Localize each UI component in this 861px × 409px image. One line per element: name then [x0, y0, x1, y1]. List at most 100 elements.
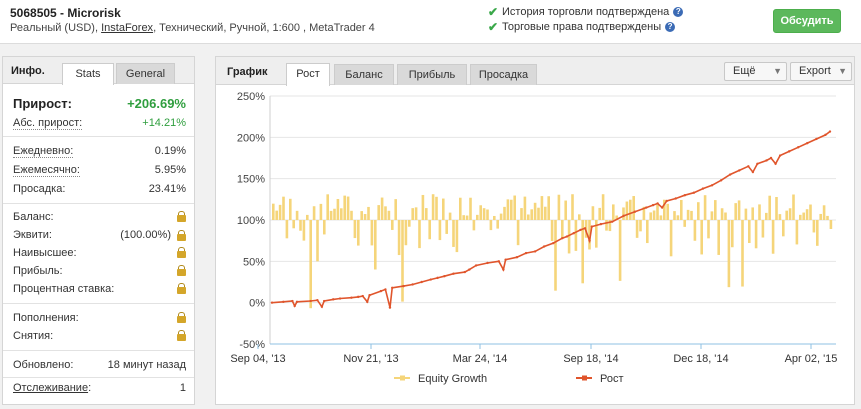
- broker-link[interactable]: InstaForex: [101, 22, 153, 34]
- equity-bar: [299, 220, 302, 231]
- equity-bar: [768, 195, 771, 220]
- equity-bar: [510, 199, 513, 220]
- tab-general[interactable]: General: [116, 63, 175, 84]
- export-dropdown-label: Export: [799, 65, 831, 77]
- daily-label[interactable]: Ежедневно:: [13, 145, 74, 158]
- divider: [3, 377, 194, 378]
- equity-bar: [295, 210, 299, 220]
- equity-bar: [734, 203, 737, 220]
- equity-bar: [666, 203, 669, 220]
- growth-value: +206.69%: [127, 96, 186, 111]
- equity-row: Эквити: (100.00%): [13, 229, 186, 241]
- growth-point: [379, 289, 383, 293]
- tab-balance[interactable]: Баланс: [334, 64, 394, 85]
- equity-bar: [788, 208, 792, 220]
- growth-point: [429, 278, 432, 281]
- equity-bar: [350, 210, 353, 220]
- tracking-colon: :: [88, 382, 92, 394]
- growth-point: [474, 264, 478, 267]
- drawdown-label: Просадка:: [13, 183, 66, 195]
- chart-title: График: [227, 66, 268, 78]
- help-icon[interactable]: ?: [665, 22, 676, 32]
- divider: [3, 303, 194, 304]
- equity-bar: [455, 220, 459, 253]
- equity-bar: [731, 220, 734, 248]
- more-dropdown-label: Ещё: [733, 65, 756, 77]
- growth-chart[interactable]: 250% 200% 150% 100% 50% 0% -50% Sep 04, '13 Nov…: [216, 86, 854, 404]
- equity-bar: [486, 209, 489, 220]
- equity-bar: [462, 215, 465, 220]
- growth-point: [645, 206, 648, 209]
- equity-bar: [744, 208, 748, 220]
- equity-bar: [618, 220, 622, 281]
- equity-bar: [547, 196, 550, 220]
- growth-point: [338, 297, 342, 300]
- growth-point: [436, 276, 439, 280]
- equity-bar: [353, 220, 357, 239]
- growth-point: [738, 169, 741, 172]
- x-tick-label: Sep 18, '14: [563, 353, 618, 365]
- more-dropdown[interactable]: Ещё ▼: [724, 62, 787, 81]
- growth-point: [402, 284, 405, 288]
- equity-bar: [312, 206, 316, 220]
- lock-icon: [177, 229, 186, 241]
- growth-point: [778, 154, 782, 157]
- help-icon[interactable]: ?: [673, 7, 684, 17]
- monthly-value: 5.95%: [154, 164, 186, 176]
- verify-history: ✔ История торговли подтверждена ?: [488, 5, 684, 19]
- equity-bar: [323, 220, 326, 235]
- growth-point: [797, 146, 800, 149]
- equity-bar: [367, 206, 370, 220]
- tab-profit[interactable]: Прибыль: [397, 64, 467, 85]
- growth-point: [388, 306, 392, 309]
- equity-bar: [404, 220, 408, 246]
- equity-bar: [574, 220, 578, 251]
- tracking-link[interactable]: Отслеживание: [13, 382, 88, 394]
- equity-bar: [737, 200, 741, 220]
- account-info: Реальный (USD), InstaForex, Технический,…: [10, 22, 375, 34]
- y-tick-label: 50%: [243, 256, 265, 268]
- divider: [3, 203, 194, 204]
- equity-bar: [476, 214, 479, 220]
- equity-bar: [391, 220, 394, 230]
- equity-bar: [680, 199, 683, 220]
- equity-bar: [826, 215, 829, 220]
- equity-bar: [523, 196, 527, 220]
- lock-icon: [177, 330, 186, 341]
- growth-point: [320, 305, 324, 308]
- equity-bar: [707, 220, 710, 239]
- tracking-value: 1: [179, 382, 186, 394]
- lock-icon: [177, 265, 186, 276]
- equity-bar: [659, 215, 663, 220]
- equity-bar: [452, 220, 455, 247]
- equity-bar: [329, 210, 333, 220]
- growth-point: [502, 268, 505, 271]
- equity-bar: [629, 199, 632, 220]
- abs-growth-label[interactable]: Абс. прирост:: [13, 117, 83, 130]
- y-tick-label: 0%: [249, 298, 265, 310]
- tab-stats[interactable]: Stats: [62, 63, 114, 85]
- divider: [3, 350, 194, 351]
- equity-bar: [489, 220, 493, 231]
- equity-bar: [272, 203, 275, 220]
- legend-equity-growth-marker: [400, 375, 405, 381]
- equity-bar: [306, 214, 309, 220]
- equity-bar: [377, 205, 380, 220]
- discuss-button[interactable]: Обсудить: [773, 9, 841, 33]
- drawdown-row: Просадка: 23.41%: [13, 183, 186, 195]
- chart-legend: Equity Growth Рост: [394, 373, 624, 385]
- equity-bar: [513, 195, 516, 220]
- equity-bar: [778, 214, 782, 220]
- growth-point: [332, 298, 335, 301]
- equity-bar: [816, 220, 819, 246]
- growth-point: [572, 232, 575, 235]
- profit-row: Прибыль:: [13, 265, 186, 277]
- tab-growth[interactable]: Рост: [286, 63, 330, 86]
- equity-bar: [700, 220, 703, 255]
- tab-drawdown[interactable]: Просадка: [470, 64, 537, 85]
- growth-point: [611, 220, 614, 223]
- monthly-label[interactable]: Ежемесячно:: [13, 164, 80, 177]
- lock-icon: [177, 283, 186, 294]
- export-dropdown[interactable]: Export ▼: [790, 62, 852, 81]
- equity-bar: [578, 214, 581, 220]
